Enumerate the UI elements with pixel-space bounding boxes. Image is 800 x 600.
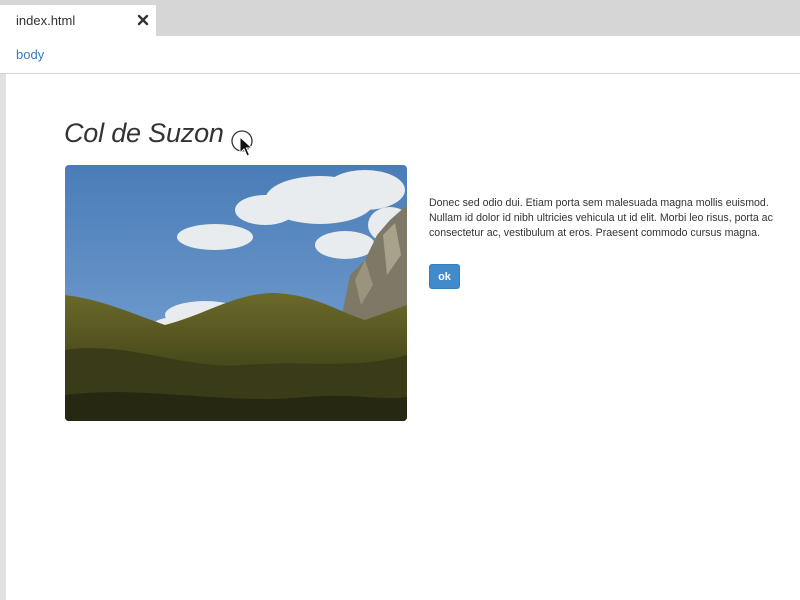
page-title: Col de Suzon [64,118,224,148]
close-icon[interactable] [136,10,150,30]
tab-index-html[interactable]: index.html [0,5,156,36]
ok-button[interactable]: ok [429,264,460,289]
tab-strip: index.html [0,0,800,36]
breadcrumb: body [0,36,800,74]
editor-window: index.html body Col de Suzon Donec sed o… [0,0,800,600]
canvas-left-border [0,74,6,600]
landscape-photo [65,165,407,421]
breadcrumb-item-body[interactable]: body [16,47,44,62]
tab-label: index.html [16,13,76,28]
description-text: Donec sed odio dui. Etiam porta sem male… [429,197,773,239]
